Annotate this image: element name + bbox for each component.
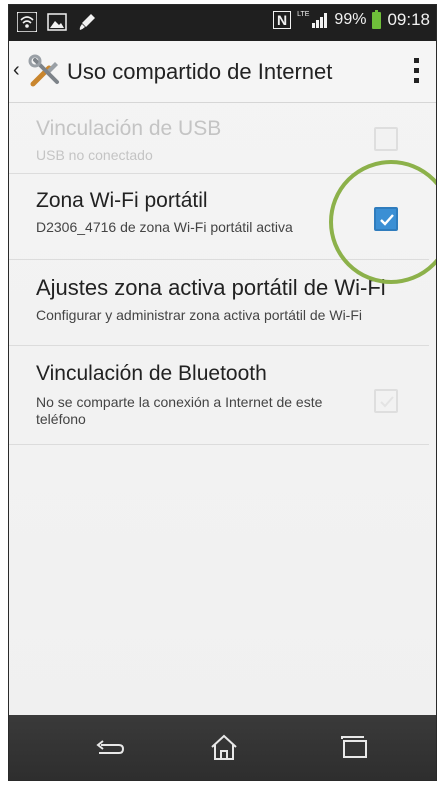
tools-icon[interactable] (27, 54, 63, 90)
usb-tethering-checkbox[interactable] (374, 127, 398, 151)
page-title: Uso compartido de Internet (67, 59, 333, 84)
battery-percent: 99% (334, 11, 367, 28)
nfc-icon: N (272, 11, 292, 29)
list-item-bluetooth-tethering[interactable]: Vinculación de Bluetooth No se comparte … (9, 347, 429, 445)
device-frame: N LTE 99% 09:18 ‹ Uso compartido de Inte… (0, 0, 444, 785)
battery-icon (372, 9, 382, 29)
navigation-bar (9, 715, 436, 780)
bluetooth-tethering-checkbox[interactable] (374, 389, 398, 413)
clock: 09:18 (387, 10, 430, 29)
network-type: LTE (297, 10, 310, 18)
up-chevron-icon[interactable]: ‹ (13, 59, 20, 82)
overflow-menu-icon[interactable] (410, 55, 422, 89)
signal-icon (312, 13, 328, 28)
item-summary: No se comparte la conexión a Internet de… (36, 394, 323, 427)
item-title: Zona Wi-Fi portátil (36, 189, 208, 212)
paint-icon (79, 14, 95, 30)
item-title: Vinculación de Bluetooth (36, 362, 267, 385)
item-summary: USB no conectado (36, 147, 153, 163)
item-summary: D2306_4716 de zona Wi-Fi portátil activa (36, 219, 293, 235)
recents-icon[interactable] (334, 733, 374, 763)
item-title: Ajustes zona activa portátil de Wi-Fi (36, 275, 386, 300)
home-icon[interactable] (204, 733, 244, 763)
item-summary: Configurar y administrar zona activa por… (36, 307, 363, 323)
list-item-usb-tethering[interactable]: Vinculación de USB USB no conectado (9, 104, 429, 174)
status-icons-left (17, 12, 97, 32)
image-icon (47, 13, 67, 31)
action-bar: ‹ Uso compartido de Internet (9, 41, 436, 103)
check-icon (380, 396, 394, 408)
wifi-icon (17, 12, 37, 32)
screen: N LTE 99% 09:18 ‹ Uso compartido de Inte… (8, 4, 437, 781)
item-title: Vinculación de USB (36, 117, 222, 140)
status-bar: N LTE 99% 09:18 (9, 5, 436, 41)
status-icons-right: N LTE 99% 09:18 (272, 9, 430, 30)
back-icon[interactable] (89, 733, 129, 763)
